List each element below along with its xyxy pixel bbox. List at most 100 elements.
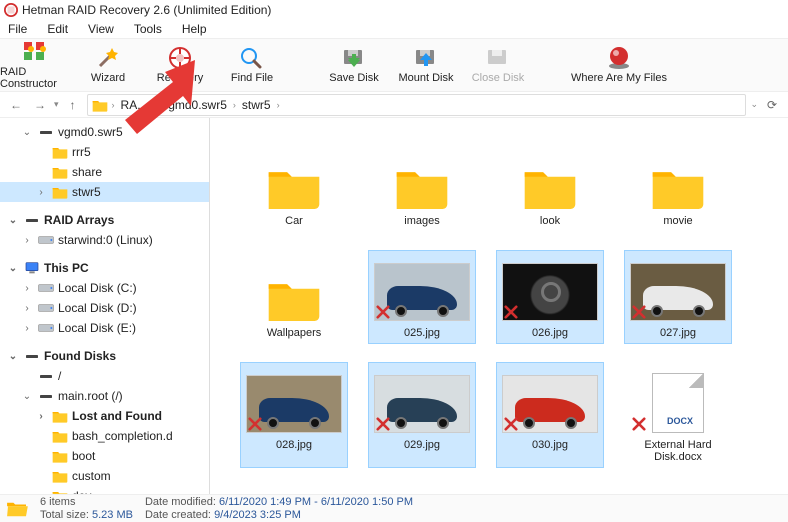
breadcrumb-segment[interactable]: vgmd0.swr5 — [160, 98, 229, 112]
item-label: 028.jpg — [276, 439, 312, 451]
tree-raid-arrays[interactable]: ⌄RAID Arrays — [0, 210, 209, 230]
tree-icon — [52, 165, 68, 179]
breadcrumb[interactable]: ›RA...›vgmd0.swr5›stwr5› — [87, 94, 747, 116]
expand-icon[interactable]: › — [20, 303, 34, 314]
savedisk-icon — [340, 46, 368, 70]
tree-dev[interactable]: dev — [0, 486, 209, 494]
file-item-028-jpg[interactable]: 028.jpg — [240, 362, 348, 468]
menu-edit[interactable]: Edit — [43, 21, 72, 37]
expand-icon[interactable]: › — [20, 283, 34, 294]
tree-bashcompletiond[interactable]: bash_completion.d — [0, 426, 209, 446]
tree-icon — [38, 281, 54, 295]
expand-icon[interactable]: › — [20, 323, 34, 334]
expand-icon[interactable] — [34, 147, 48, 158]
folder-item-car[interactable]: Car — [240, 138, 348, 232]
expand-icon[interactable]: ⌄ — [20, 391, 34, 402]
nav-up[interactable]: ↑ — [63, 95, 83, 115]
tree-this-pc[interactable]: ⌄This PC — [0, 258, 209, 278]
tree-label: Lost and Found — [72, 409, 162, 423]
history-dropdown-icon[interactable]: ⌄ — [750, 99, 758, 110]
expand-icon[interactable] — [34, 451, 48, 462]
expand-icon[interactable] — [34, 431, 48, 442]
expand-icon[interactable]: ⌄ — [6, 215, 20, 226]
tree-stwr5[interactable]: ›stwr5 — [0, 182, 209, 202]
toolbar-mountdisk-button[interactable]: Mount Disk — [390, 39, 462, 91]
recovery-icon — [166, 46, 194, 70]
tree-icon — [52, 449, 68, 463]
deleted-icon — [376, 417, 390, 431]
content-grid: Carimageslookmovie Wallpapers 025.jpg 026.j… — [210, 118, 788, 494]
file-item-025-jpg[interactable]: 025.jpg — [368, 250, 476, 344]
expand-icon[interactable] — [34, 167, 48, 178]
breadcrumb-segment[interactable]: stwr5 — [240, 98, 273, 112]
tree-label: starwind:0 (Linux) — [58, 233, 153, 247]
expand-icon[interactable]: › — [34, 411, 48, 422]
expand-icon[interactable] — [34, 471, 48, 482]
where-icon — [605, 46, 633, 70]
tree-LocalDiskE[interactable]: ›Local Disk (E:) — [0, 318, 209, 338]
tree-slash[interactable]: / — [0, 366, 209, 386]
toolbar-where-button[interactable]: Where Are My Files — [564, 39, 674, 91]
tree-starwind[interactable]: › starwind:0 (Linux) — [0, 230, 209, 250]
expand-icon[interactable]: ⌄ — [6, 351, 20, 362]
menu-help[interactable]: Help — [178, 21, 211, 37]
menu-tools[interactable]: Tools — [130, 21, 166, 37]
folder-item-wallpapers[interactable]: Wallpapers — [240, 250, 348, 344]
toolbar-wizard-button[interactable]: Wizard — [72, 39, 144, 91]
folder-icon — [246, 257, 342, 321]
expand-icon[interactable] — [34, 491, 48, 495]
nav-forward[interactable]: → — [30, 95, 50, 115]
tree-label: / — [58, 369, 61, 383]
tree-icon — [52, 429, 68, 443]
file-item-027-jpg[interactable]: 027.jpg — [624, 250, 732, 344]
menu-view[interactable]: View — [84, 21, 118, 37]
file-item-026-jpg[interactable]: 026.jpg — [496, 250, 604, 344]
menu-file[interactable]: File — [4, 21, 31, 37]
folder-item-look[interactable]: look — [496, 138, 604, 232]
item-label: Wallpapers — [267, 327, 322, 339]
tree-custom[interactable]: custom — [0, 466, 209, 486]
tree-icon — [38, 233, 54, 247]
tree-sidebar: ⌄vgmd0.swr5 rrr5 share›stwr5 ⌄RAID Arrays… — [0, 118, 210, 494]
toolbar-recovery-label: Recovery — [157, 72, 203, 84]
toolbar: RAID ConstructorWizard Recovery Find File S… — [0, 38, 788, 92]
nav-back[interactable]: ← — [6, 95, 26, 115]
tree-icon — [52, 145, 68, 159]
folder-icon — [630, 145, 726, 209]
tree-label: main.root (/) — [58, 389, 123, 403]
tree-vgmd0[interactable]: ⌄vgmd0.swr5 — [0, 122, 209, 142]
raid-icon — [22, 40, 50, 64]
tree-found-disks[interactable]: ⌄Found Disks — [0, 346, 209, 366]
expand-icon[interactable]: › — [20, 235, 34, 246]
folder-icon — [246, 145, 342, 209]
item-label: 026.jpg — [532, 327, 568, 339]
toolbar-recovery-button[interactable]: Recovery — [144, 39, 216, 91]
folder-item-movie[interactable]: movie — [624, 138, 732, 232]
expand-icon[interactable]: › — [34, 187, 48, 198]
expand-icon[interactable]: ⌄ — [6, 263, 20, 274]
file-item-external-hard-disk-docx[interactable]: DOCXExternal Hard Disk.docx — [624, 362, 732, 468]
toolbar-find-button[interactable]: Find File — [216, 39, 288, 91]
toolbar-find-label: Find File — [231, 72, 273, 84]
tree-lostfound[interactable]: › Lost and Found — [0, 406, 209, 426]
file-item-030-jpg[interactable]: 030.jpg — [496, 362, 604, 468]
tree-share[interactable]: share — [0, 162, 209, 182]
tree-LocalDiskC[interactable]: ›Local Disk (C:) — [0, 278, 209, 298]
folder-item-images[interactable]: images — [368, 138, 476, 232]
refresh-icon[interactable]: ⟳ — [762, 95, 782, 115]
breadcrumb-segment[interactable]: RA... — [119, 98, 150, 112]
tree-icon — [52, 489, 68, 494]
status-item-count: 6 items — [40, 496, 133, 508]
status-bar: 6 items Total size: 5.23 MB Date modifie… — [0, 494, 788, 522]
file-item-029-jpg[interactable]: 029.jpg — [368, 362, 476, 468]
tree-boot[interactable]: boot — [0, 446, 209, 466]
expand-icon[interactable] — [20, 371, 34, 382]
tree-rrr5[interactable]: rrr5 — [0, 142, 209, 162]
tree-LocalDiskD[interactable]: ›Local Disk (D:) — [0, 298, 209, 318]
image-thumbnail — [502, 369, 598, 433]
expand-icon[interactable]: ⌄ — [20, 127, 34, 138]
toolbar-savedisk-button[interactable]: Save Disk — [318, 39, 390, 91]
toolbar-raid-button[interactable]: RAID Constructor — [0, 39, 72, 91]
image-thumbnail — [502, 257, 598, 321]
tree-mainroot[interactable]: ⌄ main.root (/) — [0, 386, 209, 406]
